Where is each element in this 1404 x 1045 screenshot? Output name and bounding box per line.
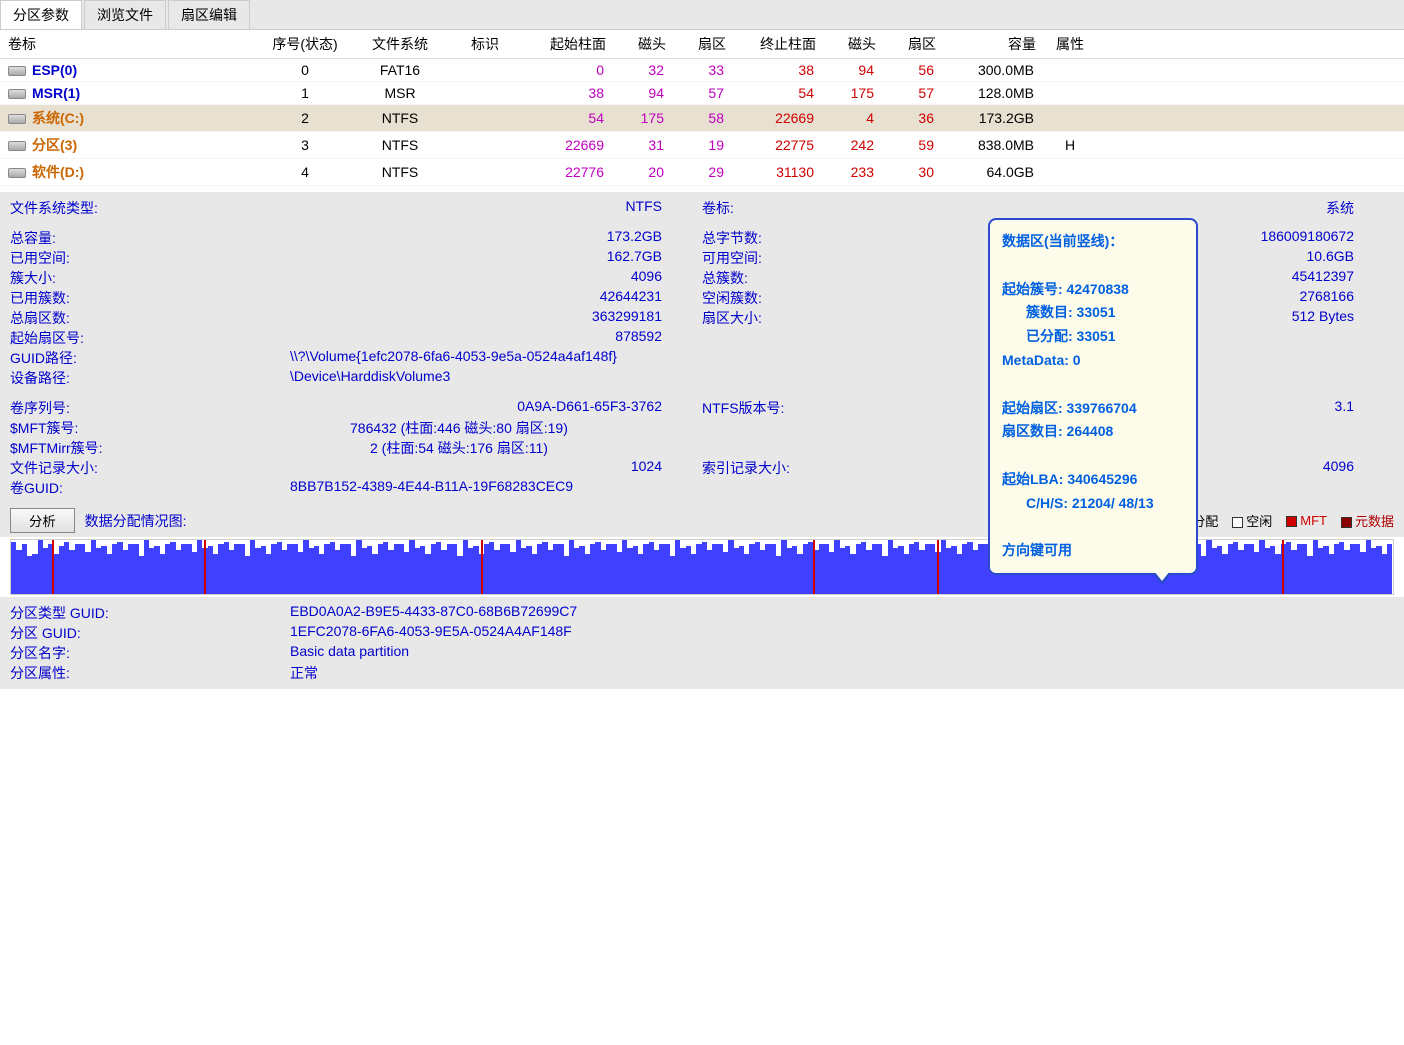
detail-label: GUID路径:	[10, 348, 130, 368]
detail-label: 卷序列号:	[10, 398, 130, 418]
detail-value: \Device\HarddiskVolume3	[130, 368, 1394, 388]
tip-line: 扇区数目: 264408	[1002, 420, 1184, 444]
bottom-label: 分区名字:	[10, 643, 290, 663]
detail-value: 42644231	[130, 288, 702, 308]
detail-value: NTFS	[130, 198, 702, 218]
detail-label: 总扇区数:	[10, 308, 130, 328]
bottom-label: 分区 GUID:	[10, 623, 290, 643]
tabs-bar: 分区参数 浏览文件 扇区编辑	[0, 0, 1404, 30]
th-volume[interactable]: 卷标	[0, 30, 260, 59]
th-start-sec[interactable]: 扇区	[670, 30, 730, 59]
detail-value: 2 (柱面:54 磁头:176 扇区:11)	[130, 438, 1394, 458]
th-flag[interactable]: 标识	[450, 30, 520, 59]
detail-label: 起始扇区号:	[10, 328, 130, 348]
detail-label: 索引记录大小:	[702, 458, 822, 478]
tip-line: 起始簇号: 42470838	[1002, 278, 1184, 302]
th-attr[interactable]: 属性	[1040, 30, 1100, 59]
th-end-head[interactable]: 磁头	[820, 30, 880, 59]
detail-label: NTFS版本号:	[702, 398, 822, 418]
th-start-cyl[interactable]: 起始柱面	[520, 30, 610, 59]
detail-label: 文件系统类型:	[10, 198, 130, 218]
detail-label: 总容量:	[10, 228, 130, 248]
disk-icon	[8, 114, 26, 124]
tip-line: 簇数目: 33051	[1002, 301, 1184, 325]
data-area-tooltip: 数据区(当前竖线)： 起始簇号: 42470838 簇数目: 33051 已分配…	[988, 218, 1198, 575]
detail-value: 1024	[130, 458, 702, 478]
detail-value: 4096	[130, 268, 702, 288]
tip-line: 起始扇区: 339766704	[1002, 397, 1184, 421]
table-row[interactable]: 系统(C:) 2NTFS 5417558 22669436 173.2GB	[0, 105, 1404, 132]
detail-label: 设备路径:	[10, 368, 130, 388]
analyze-button[interactable]: 分析	[10, 508, 75, 533]
detail-value: 0A9A-D661-65F3-3762	[130, 398, 702, 418]
bottom-label: 分区类型 GUID:	[10, 603, 290, 623]
table-row[interactable]: 软件(D:) 4NTFS 227762029 3113023330 64.0GB	[0, 159, 1404, 186]
detail-value: 878592	[130, 328, 702, 348]
bottom-value: 正常	[290, 663, 318, 683]
legend-mft: MFT	[1286, 513, 1327, 528]
th-start-head[interactable]: 磁头	[610, 30, 670, 59]
bottom-value: 1EFC2078-6FA6-4053-9E5A-0524A4AF148F	[290, 623, 572, 643]
detail-label: 总字节数:	[702, 228, 822, 248]
table-row[interactable]: ESP(0) 0FAT16 03233 389456 300.0MB	[0, 59, 1404, 82]
detail-label: 空闲簇数:	[702, 288, 822, 308]
volume-name: MSR(1)	[32, 85, 80, 101]
disk-icon	[8, 89, 26, 99]
legend-free: 空闲	[1232, 511, 1272, 530]
volume-name: 分区(3)	[32, 137, 77, 153]
disk-icon	[8, 66, 26, 76]
detail-label: 卷标:	[702, 198, 822, 218]
tip-line: 起始LBA: 340645296	[1002, 468, 1184, 492]
tip-line: 方向键可用	[1002, 539, 1184, 563]
volume-name: 软件(D:)	[32, 164, 84, 180]
detail-value: 8BB7B152-4389-4E44-B11A-19F68283CEC9	[130, 478, 1394, 498]
tab-browse-files[interactable]: 浏览文件	[84, 0, 166, 29]
detail-label: 文件记录大小:	[10, 458, 130, 478]
legend-metadata: 元数据	[1341, 511, 1394, 530]
bottom-label: 分区属性:	[10, 663, 290, 683]
detail-value: 173.2GB	[130, 228, 702, 248]
th-capacity[interactable]: 容量	[940, 30, 1040, 59]
tab-sector-edit[interactable]: 扇区编辑	[168, 0, 250, 29]
tip-line: C/H/S: 21204/ 48/13	[1002, 492, 1184, 516]
detail-value: 系统	[822, 198, 1394, 218]
bottom-value: Basic data partition	[290, 643, 409, 663]
th-fs[interactable]: 文件系统	[350, 30, 450, 59]
detail-label: 卷GUID:	[10, 478, 130, 498]
tip-title: 数据区(当前竖线)：	[1002, 230, 1184, 254]
th-end-cyl[interactable]: 终止柱面	[730, 30, 820, 59]
detail-label: $MFTMirr簇号:	[10, 438, 130, 458]
detail-label: 簇大小:	[10, 268, 130, 288]
detail-value: \\?\Volume{1efc2078-6fa6-4053-9e5a-0524a…	[130, 348, 1394, 368]
table-row[interactable]: 分区(3) 3NTFS 226693119 2277524259 838.0MB…	[0, 132, 1404, 159]
table-row[interactable]: MSR(1) 1MSR 389457 5417557 128.0MB	[0, 82, 1404, 105]
graph-title: 数据分配情况图:	[85, 511, 187, 531]
volume-name: 系统(C:)	[32, 110, 84, 126]
detail-label: $MFT簇号:	[10, 418, 130, 438]
th-num[interactable]: 序号(状态)	[260, 30, 350, 59]
detail-label: 总簇数:	[702, 268, 822, 288]
detail-label: 已用空间:	[10, 248, 130, 268]
detail-label: 已用簇数:	[10, 288, 130, 308]
legend: 已分配 空闲 MFT 元数据	[1165, 511, 1394, 530]
detail-label: 扇区大小:	[702, 308, 822, 328]
partition-table: 卷标 序号(状态) 文件系统 标识 起始柱面 磁头 扇区 终止柱面 磁头 扇区 …	[0, 30, 1404, 186]
bottom-value: EBD0A0A2-B9E5-4433-87C0-68B6B72699C7	[290, 603, 577, 623]
detail-label: 可用空间:	[702, 248, 822, 268]
detail-value: 363299181	[130, 308, 702, 328]
detail-value: 786432 (柱面:446 磁头:80 扇区:19)	[130, 418, 1394, 438]
table-header-row: 卷标 序号(状态) 文件系统 标识 起始柱面 磁头 扇区 终止柱面 磁头 扇区 …	[0, 30, 1404, 59]
th-end-sec[interactable]: 扇区	[880, 30, 940, 59]
tip-line: MetaData: 0	[1002, 349, 1184, 373]
disk-icon	[8, 168, 26, 178]
tip-line: 已分配: 33051	[1002, 325, 1184, 349]
partition-guid-panel: 分区类型 GUID:EBD0A0A2-B9E5-4433-87C0-68B6B7…	[0, 597, 1404, 689]
volume-name: ESP(0)	[32, 62, 77, 78]
tab-partition-params[interactable]: 分区参数	[0, 0, 82, 29]
disk-icon	[8, 141, 26, 151]
detail-value: 162.7GB	[130, 248, 702, 268]
